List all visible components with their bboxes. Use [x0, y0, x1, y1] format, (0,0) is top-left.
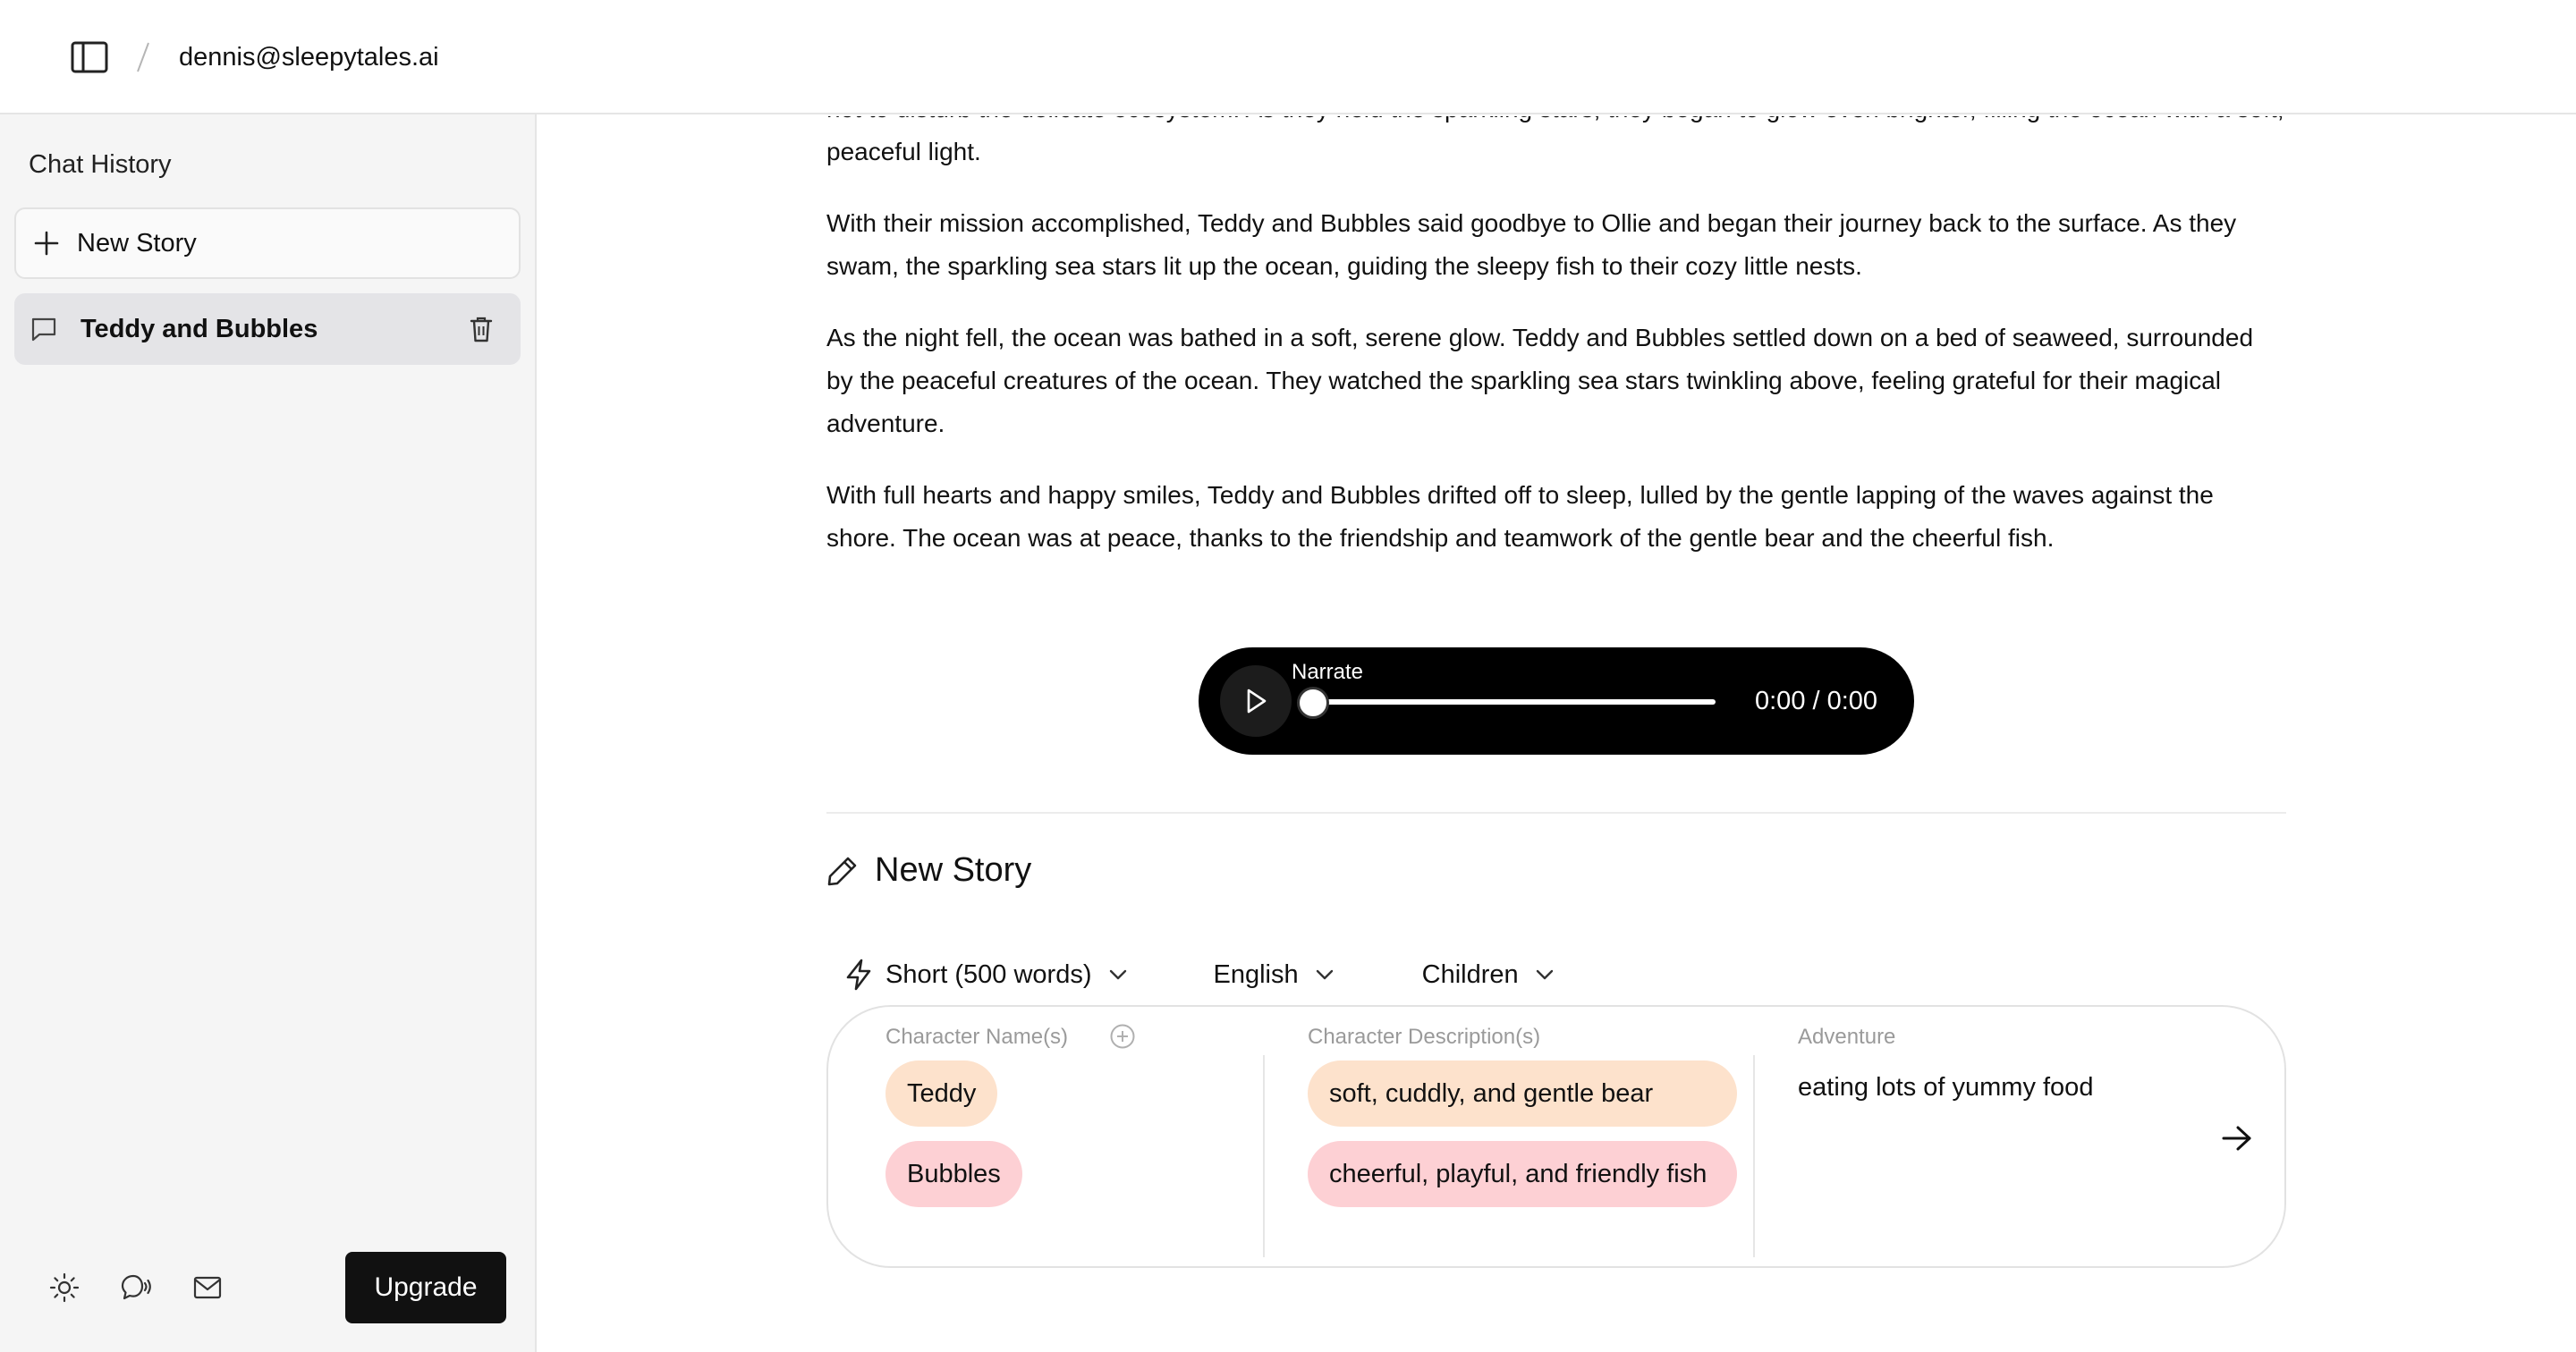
adventure-input[interactable]: eating lots of yummy food	[1798, 1069, 2093, 1105]
upgrade-button[interactable]: Upgrade	[345, 1252, 506, 1323]
time-readout: 0:00 / 0:00	[1755, 687, 1878, 715]
pencil-icon	[827, 857, 857, 885]
story-form: Character Name(s) Teddy Bubbles Characte…	[826, 1005, 2286, 1268]
divider	[826, 812, 2286, 814]
new-story-button-label: New Story	[77, 228, 197, 258]
history-item[interactable]: Teddy and Bubbles	[14, 293, 521, 365]
chat-bubble-icon	[31, 317, 56, 342]
sun-icon[interactable]	[45, 1268, 84, 1307]
story-paragraph: With their mission accomplished, Teddy a…	[826, 209, 2237, 280]
new-story-header: New Story	[826, 851, 1031, 890]
chevron-down-icon	[1316, 969, 1333, 980]
sidebar-toggle-icon[interactable]	[68, 39, 111, 75]
story-paragraph: not to disturb the delicate ecosystem. A…	[826, 116, 2284, 165]
character-description-chip[interactable]: cheerful, playful, and friendly fish	[1308, 1141, 1737, 1207]
progress-handle[interactable]	[1297, 687, 1329, 719]
user-email: dennis@sleepytales.ai	[179, 43, 439, 72]
language-select-value: English	[1213, 959, 1299, 989]
adventure-label: Adventure	[1798, 1025, 1896, 1049]
story-paragraph: With full hearts and happy smiles, Teddy…	[826, 481, 2214, 552]
new-story-title: New Story	[875, 851, 1032, 889]
length-select-value: Short (500 words)	[886, 959, 1092, 989]
chevron-down-icon	[1536, 969, 1553, 980]
narrate-label: Narrate	[1292, 660, 1364, 684]
top-bar: dennis@sleepytales.ai	[0, 0, 2576, 114]
story-paragraph: As the night fell, the ocean was bathed …	[826, 324, 2254, 437]
length-select[interactable]: Short (500 words)	[844, 959, 1128, 991]
character-descriptions-label: Character Description(s)	[1308, 1025, 1541, 1049]
delete-icon[interactable]	[467, 311, 496, 347]
progress-track[interactable]	[1309, 699, 1716, 705]
field-separator	[1753, 1055, 1755, 1257]
play-button[interactable]	[1220, 665, 1292, 737]
character-names-label: Character Name(s)	[886, 1025, 1069, 1049]
character-name-chip[interactable]: Teddy	[886, 1060, 998, 1127]
main-content: not to disturb the delicate ecosystem. A…	[538, 116, 2576, 1352]
plus-icon	[34, 231, 59, 256]
new-story-button[interactable]: New Story	[14, 207, 521, 279]
character-description-chip[interactable]: soft, cuddly, and gentle bear	[1308, 1060, 1737, 1127]
language-select[interactable]: English	[1214, 960, 1335, 990]
chevron-down-icon	[1109, 969, 1126, 980]
breadcrumb-separator	[137, 42, 149, 72]
speech-icon[interactable]	[116, 1268, 156, 1307]
story-options: Short (500 words) English Children	[826, 948, 1555, 1001]
audience-select-value: Children	[1421, 959, 1519, 989]
audience-select[interactable]: Children	[1422, 960, 1555, 990]
play-icon	[1247, 689, 1267, 714]
chat-history-heading: Chat History	[29, 150, 172, 179]
mail-icon[interactable]	[188, 1268, 227, 1307]
character-name-chip[interactable]: Bubbles	[886, 1141, 1022, 1207]
field-separator	[1263, 1055, 1265, 1257]
story-text: not to disturb the delicate ecosystem. A…	[826, 116, 2284, 588]
add-character-icon[interactable]	[1109, 1023, 1136, 1050]
audio-player: Narrate 0:00 / 0:00	[1199, 647, 1914, 755]
submit-arrow-icon[interactable]	[2215, 1116, 2259, 1161]
lightning-icon	[846, 959, 871, 991]
history-item-title: Teddy and Bubbles	[80, 314, 318, 343]
sidebar: Chat History New Story Teddy and Bubbles	[0, 114, 537, 1352]
